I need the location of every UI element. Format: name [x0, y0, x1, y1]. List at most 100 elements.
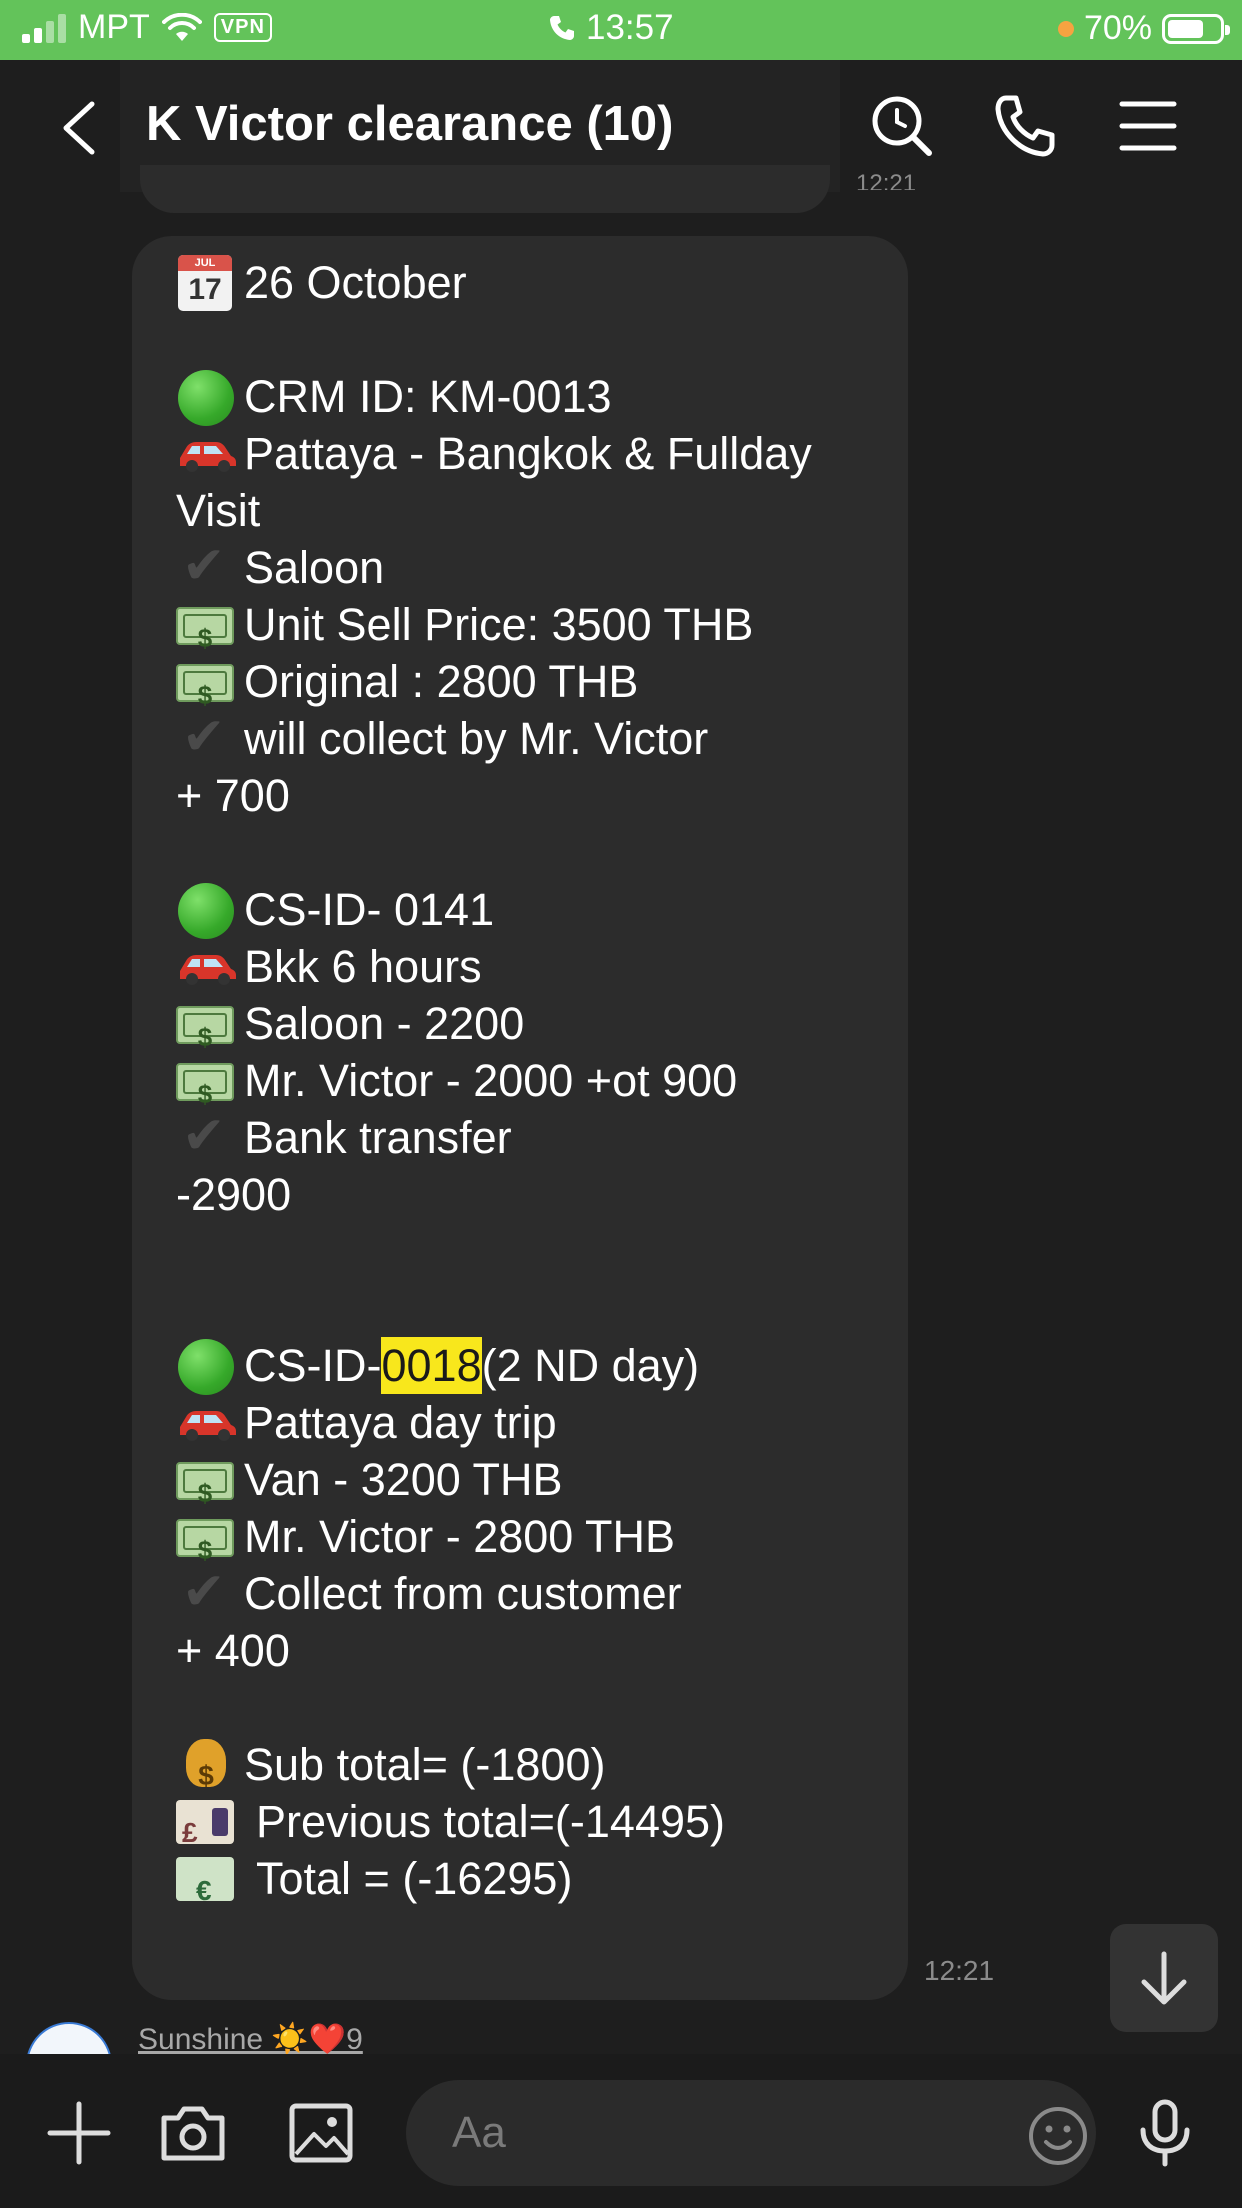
message-time: 12:21 — [924, 1955, 995, 1986]
message-bubble[interactable]: JUL 17 26 October CRM ID: KM-0013 Pattaya - … — [132, 236, 908, 2000]
message-line-text: CRM ID: KM-0013 — [244, 371, 612, 422]
message-line-text: Visit — [176, 485, 261, 536]
message-line: ✔ Bank transfer — [176, 1109, 908, 1166]
message-line-text: -2900 — [176, 1169, 292, 1220]
menu-icon[interactable] — [1112, 90, 1184, 162]
banknote-icon — [176, 1515, 234, 1579]
green-circle-icon — [176, 1338, 234, 1395]
input-placeholder: Aa — [452, 2108, 506, 2157]
battery-fill — [1168, 19, 1203, 38]
euro-banknote-icon — [176, 1856, 234, 1919]
message-input-bar: Aa — [0, 2054, 1242, 2208]
message-line-text: + 700 — [176, 770, 290, 821]
pound-banknote-icon — [176, 1799, 234, 1861]
message-line-text: Mr. Victor - 2000 +ot 900 — [244, 1055, 738, 1106]
camera-icon[interactable] — [158, 2098, 228, 2168]
message-line-text: will collect by Mr. Victor — [244, 713, 709, 764]
message-line: Mr. Victor - 2000 +ot 900 — [176, 1052, 908, 1123]
banknote-icon — [176, 1458, 234, 1522]
message-line-text: Pattaya - Bangkok & Fullday — [244, 428, 812, 479]
message-line-text: Mr. Victor - 2800 THB — [244, 1511, 675, 1562]
message-line: ✔ Collect from customer — [176, 1565, 908, 1622]
message-line-text: Bank transfer — [244, 1112, 512, 1163]
privacy-indicator-icon — [1057, 20, 1074, 37]
message-line-text: 26 October — [244, 257, 467, 308]
message-line — [176, 824, 908, 881]
message-line: CS-ID- 0018 (2 ND day) — [176, 1337, 908, 1395]
message-line-text: Pattaya day trip — [244, 1397, 557, 1448]
message-line — [176, 1223, 908, 1280]
check-mark-icon: ✔ — [182, 1106, 226, 1165]
previous-message-bubble[interactable] — [140, 165, 830, 213]
message-line-text: CS-ID- 0141 — [244, 884, 495, 935]
cellular-signal-icon — [22, 13, 66, 43]
sender-name[interactable]: Sunshine ☀️❤️9 — [138, 2022, 363, 2056]
status-bar: MPT VPN 13:57 70% — [0, 0, 1242, 60]
carrier-label: MPT — [78, 8, 150, 46]
message-line-text: Saloon — [244, 542, 385, 593]
banknote-icon — [176, 1002, 234, 1066]
message-line-text: Unit Sell Price: 3500 THB — [244, 599, 754, 650]
message-line-text: Original : 2800 THB — [244, 656, 639, 707]
message-line: Original : 2800 THB — [176, 653, 908, 724]
search-highlight: 0018 — [381, 1337, 482, 1394]
message-input[interactable]: Aa — [406, 2080, 1096, 2186]
message-line-text: CS-ID- — [244, 1340, 382, 1391]
message-line: Bkk 6 hours — [176, 938, 908, 995]
message-line: CS-ID- 0141 — [176, 881, 908, 939]
green-circle-icon — [176, 882, 234, 939]
emoji-icon[interactable] — [1020, 2098, 1096, 2174]
battery-percent: 70% — [1083, 9, 1152, 47]
message-line — [176, 1679, 908, 1736]
back-arrow-icon[interactable] — [54, 98, 114, 158]
check-mark-icon: ✔ — [182, 1562, 226, 1621]
message-line: Unit Sell Price: 3500 THB — [176, 596, 908, 667]
previous-message-time: 12:21 — [856, 170, 917, 190]
search-icon[interactable] — [866, 90, 938, 162]
banknote-icon — [176, 603, 234, 667]
message-line: Pattaya day trip — [176, 1394, 908, 1451]
message-line: Saloon - 2200 — [176, 995, 908, 1066]
message-line: -2900 — [176, 1166, 908, 1223]
chat-title[interactable]: K Victor clearance (10) — [146, 96, 673, 152]
wifi-icon — [161, 12, 202, 41]
message-line: Visit — [176, 482, 908, 539]
message-line-text: Total = (-16295) — [256, 1853, 573, 1904]
scroll-to-bottom-button[interactable] — [1110, 1924, 1218, 2032]
message-line: Total = (-16295) — [176, 1850, 908, 1919]
plus-icon[interactable] — [44, 2098, 114, 2168]
phone-call-icon[interactable] — [990, 90, 1062, 162]
message-line: JUL 17 26 October — [176, 254, 908, 311]
message-line-text: (2 ND day) — [481, 1340, 700, 1391]
clock: 13:57 — [586, 8, 674, 47]
message-line: ✔ Saloon — [176, 539, 908, 596]
microphone-icon[interactable] — [1130, 2098, 1200, 2168]
message-line — [176, 311, 908, 368]
image-icon[interactable] — [286, 2098, 356, 2168]
message-line: Van - 3200 THB — [176, 1451, 908, 1522]
message-line-text: Bkk 6 hours — [244, 941, 482, 992]
car-icon — [176, 945, 236, 989]
battery-icon — [1162, 13, 1230, 44]
banknote-icon — [176, 660, 234, 724]
message-line: Sub total= (-1800) — [176, 1736, 908, 1804]
banknote-icon — [176, 1059, 234, 1123]
message-line: ✔ will collect by Mr. Victor — [176, 710, 908, 767]
message-line — [176, 1280, 908, 1337]
message-line-text: Saloon - 2200 — [244, 998, 525, 1049]
check-mark-icon: ✔ — [182, 707, 226, 766]
next-message-sender: Sunshine ☀️❤️9 — [0, 2020, 1242, 2056]
message-line-text: Previous total=(-14495) — [256, 1796, 726, 1847]
check-mark-icon: ✔ — [182, 536, 226, 595]
message-line: + 700 — [176, 767, 908, 824]
calendar-icon: JUL 17 — [176, 254, 234, 311]
car-icon — [176, 1401, 236, 1445]
green-circle-icon — [176, 369, 234, 426]
avatar[interactable] — [26, 2022, 112, 2056]
message-line: CRM ID: KM-0013 — [176, 368, 908, 426]
arrow-down-icon — [1141, 1951, 1187, 2005]
message-line-text: Sub total= (-1800) — [244, 1739, 606, 1790]
message-line: + 400 — [176, 1622, 908, 1679]
message-line: Mr. Victor - 2800 THB — [176, 1508, 908, 1579]
message-line-text: Collect from customer — [244, 1568, 682, 1619]
